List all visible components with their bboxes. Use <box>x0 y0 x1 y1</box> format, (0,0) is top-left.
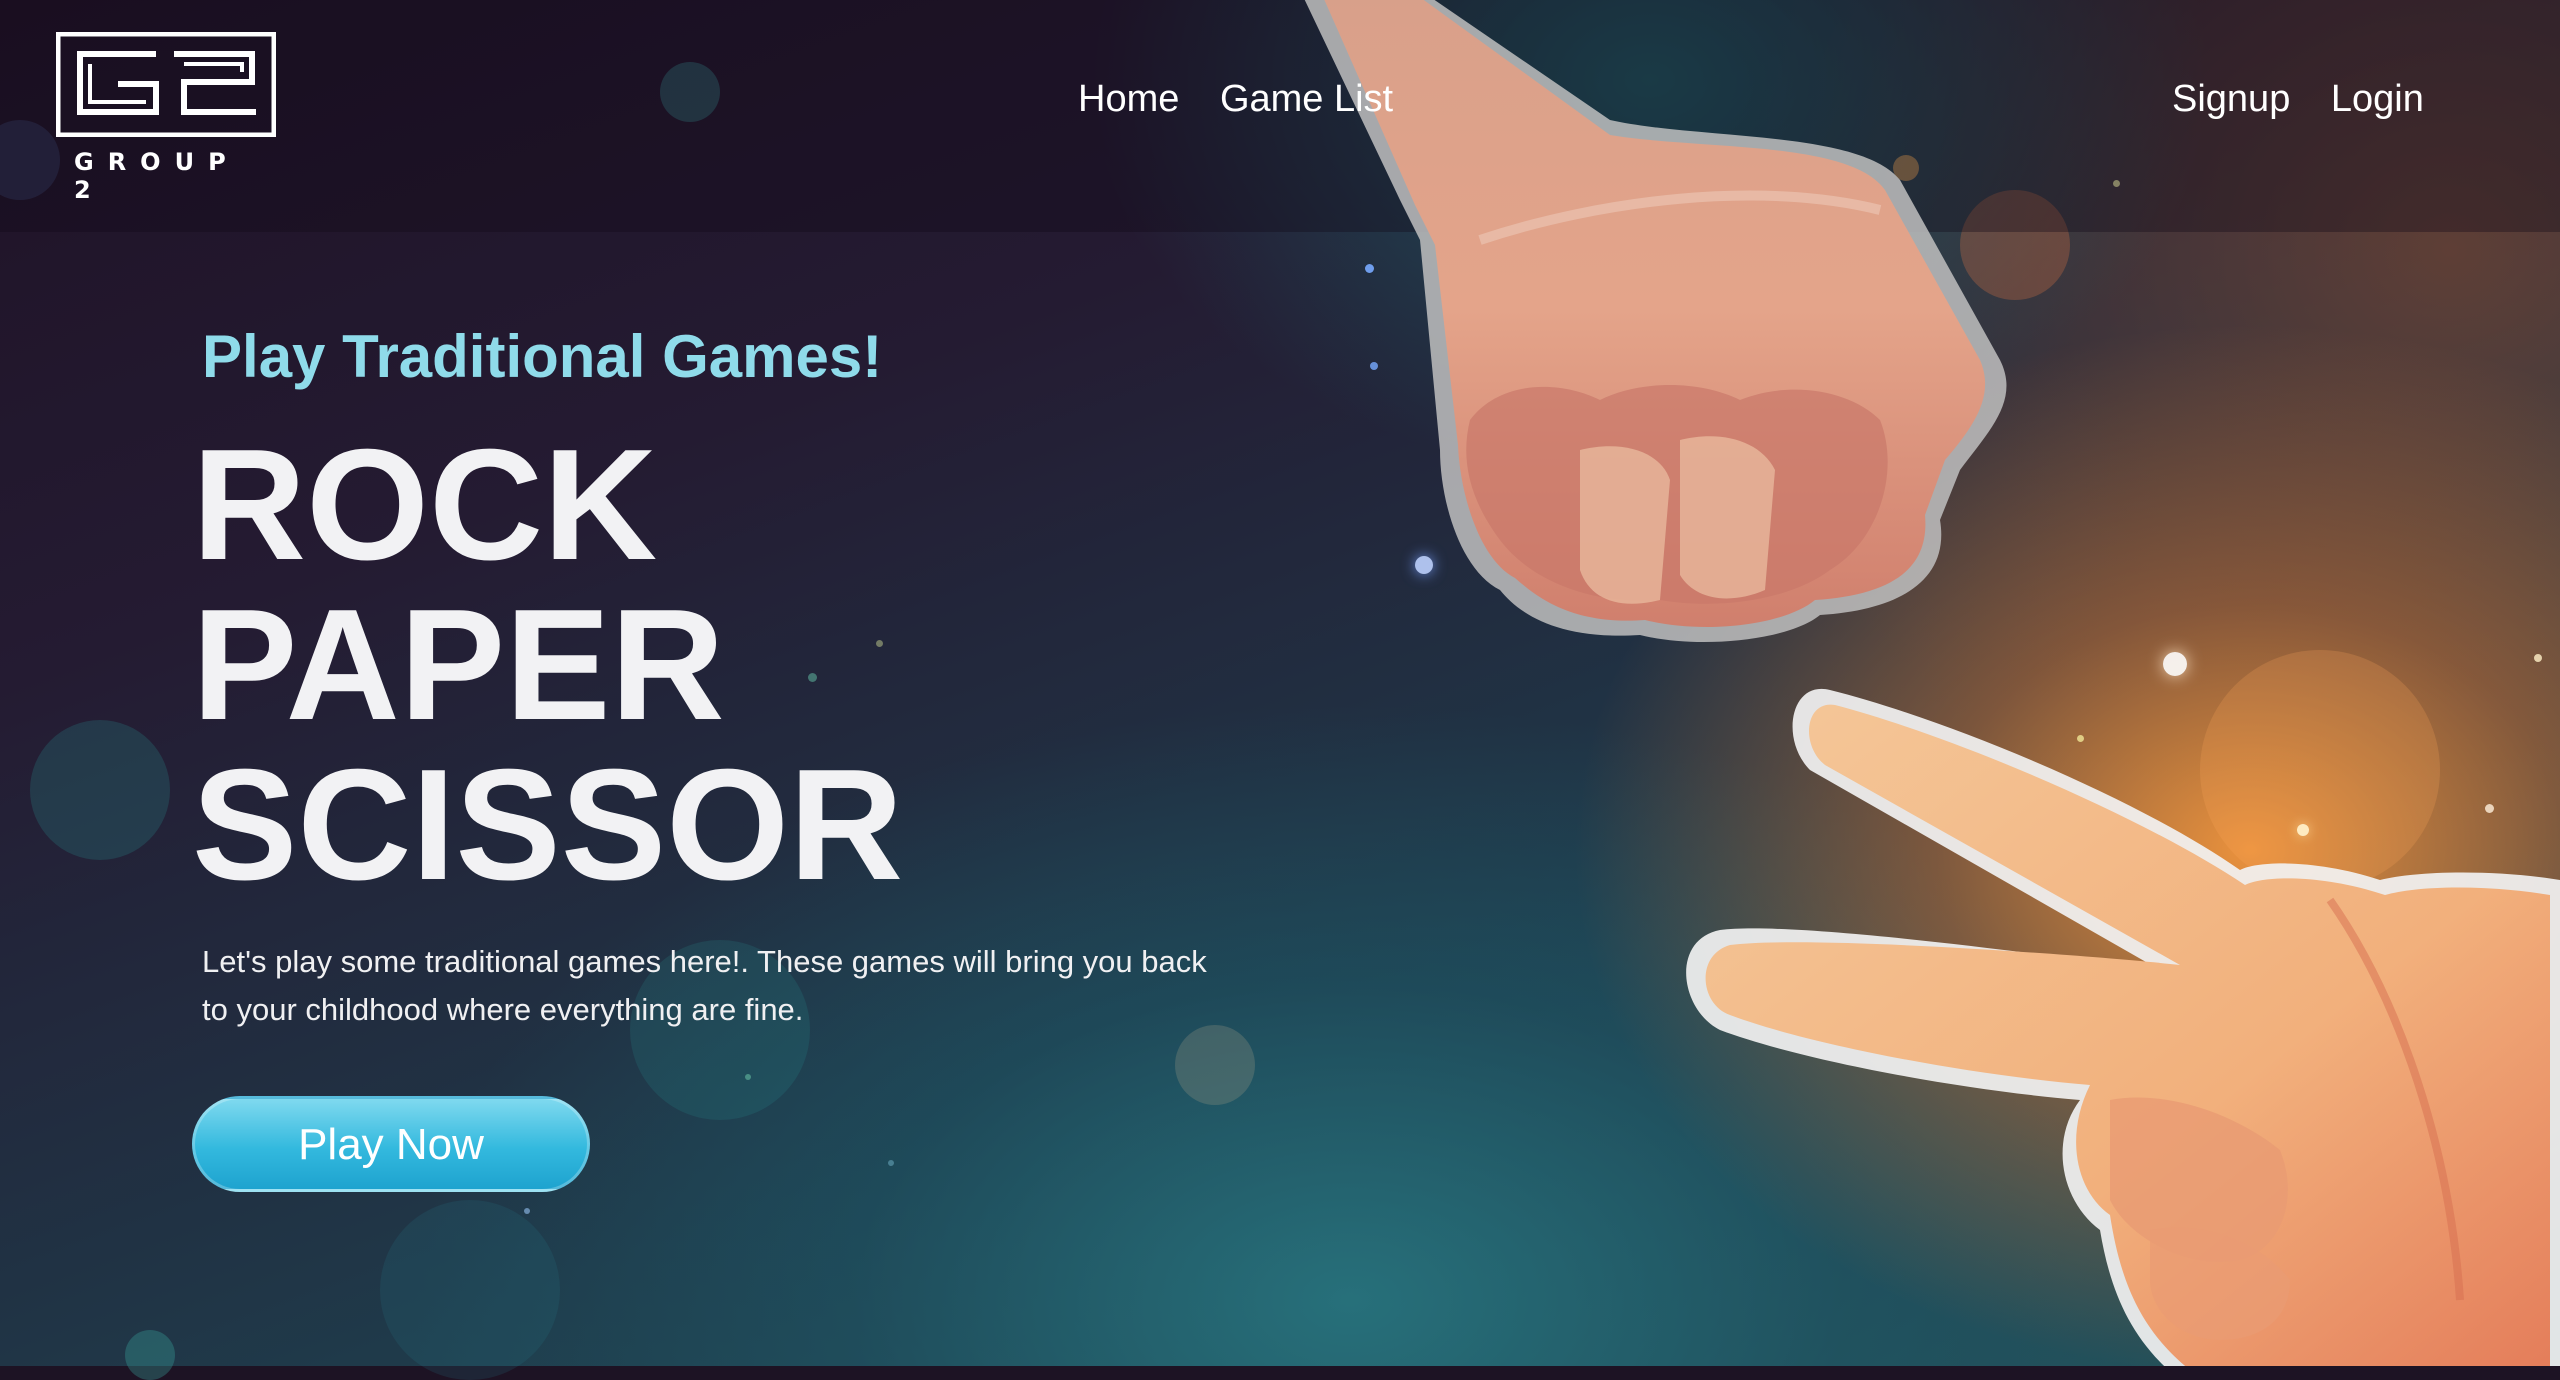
bokeh-particle <box>745 1074 751 1080</box>
bokeh-particle <box>888 1160 894 1166</box>
bokeh-particle <box>1365 264 1374 273</box>
bokeh-particle <box>1175 1025 1255 1105</box>
bokeh-particle <box>1370 362 1378 370</box>
auth-nav: Signup Login <box>2172 78 2454 121</box>
bokeh-particle <box>380 1200 560 1380</box>
hero-title: ROCK PAPER SCISSOR <box>192 425 903 905</box>
play-now-button[interactable]: Play Now <box>192 1096 590 1192</box>
bokeh-particle <box>524 1208 530 1214</box>
hero-eyebrow: Play Traditional Games! <box>202 323 883 390</box>
bokeh-particle <box>2450 1012 2460 1022</box>
nav-login[interactable]: Login <box>2331 78 2424 120</box>
bokeh-particle <box>2163 652 2187 676</box>
hero-title-line: ROCK <box>192 417 658 593</box>
nav-home[interactable]: Home <box>1078 78 1179 120</box>
bokeh-particle <box>2534 654 2542 662</box>
bokeh-particle <box>2077 735 2084 742</box>
hero-title-line: SCISSOR <box>192 737 904 913</box>
bokeh-particle <box>2297 824 2309 836</box>
bokeh-particle <box>2360 1012 2370 1022</box>
brand-name: GROUP 2 <box>74 148 240 204</box>
bokeh-particle <box>1415 556 1433 574</box>
bokeh-particle <box>2312 990 2330 1008</box>
hero-description: Let's play some traditional games here!.… <box>202 944 1207 1027</box>
hero-title-line: PAPER <box>192 577 725 753</box>
main-nav: Home Game List <box>1078 78 1423 121</box>
bokeh-particle <box>125 1330 175 1380</box>
g2-logo-mark-icon <box>55 31 277 138</box>
nav-signup[interactable]: Signup <box>2172 78 2290 120</box>
nav-game-list[interactable]: Game List <box>1220 78 1393 120</box>
bokeh-particle <box>2485 804 2494 813</box>
bokeh-particle <box>30 720 170 860</box>
bokeh-particle <box>2200 650 2440 890</box>
